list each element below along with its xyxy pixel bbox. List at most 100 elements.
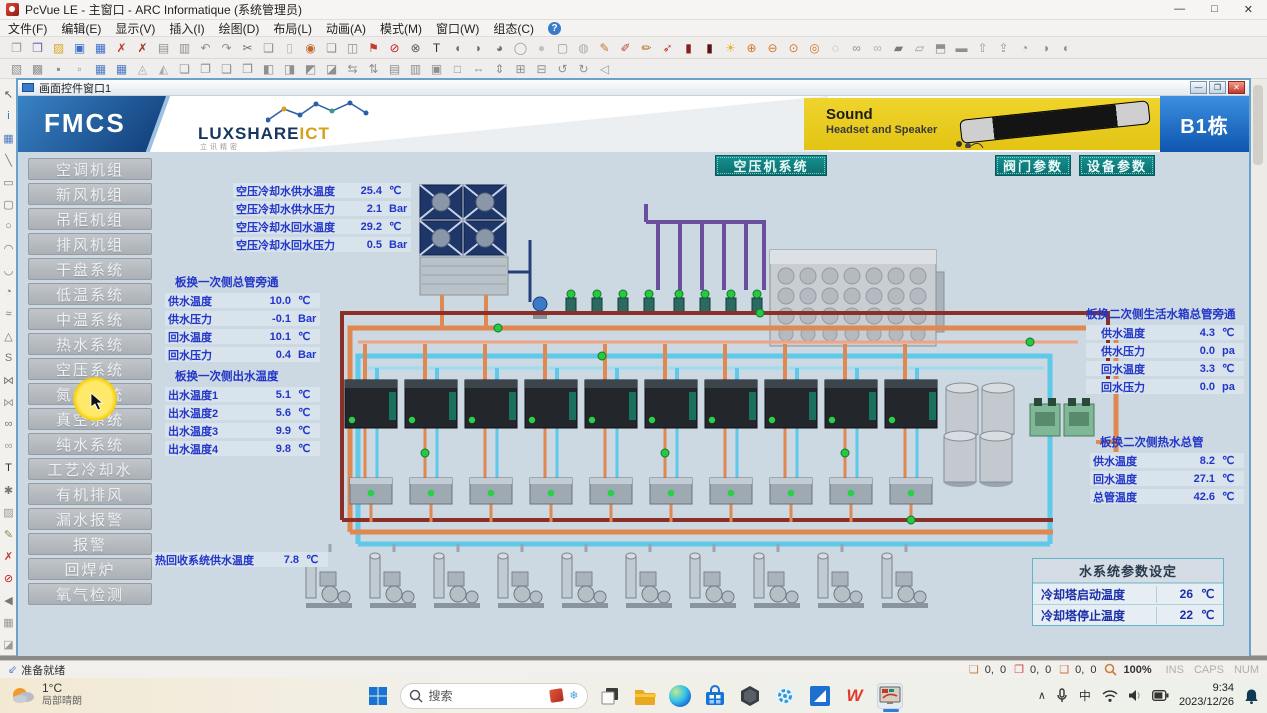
menu-item[interactable]: 文件(F) — [8, 20, 47, 37]
group-icon[interactable]: ▣ — [426, 60, 447, 78]
zoom-in-icon[interactable]: ⊕ — [741, 39, 762, 57]
gear-app-icon[interactable] — [772, 683, 798, 709]
sidebar-system-button[interactable]: 报警 — [28, 533, 152, 555]
align-left-icon[interactable]: ◧ — [258, 60, 279, 78]
polygon-tool-icon[interactable]: △ — [1, 325, 17, 347]
microphone-icon[interactable] — [1056, 688, 1068, 703]
child-maximize-button[interactable]: ❐ — [1209, 81, 1226, 94]
workspace-scrollbar[interactable] — [1249, 79, 1267, 655]
script-tool-icon[interactable]: ✎ — [1, 523, 17, 545]
maximize-button[interactable]: □ — [1211, 3, 1218, 16]
align-top-icon[interactable]: ◩ — [300, 60, 321, 78]
sidebar-system-button[interactable]: 吊柜机组 — [28, 208, 152, 230]
child-minimize-button[interactable]: — — [1190, 81, 1207, 94]
info-tool-icon[interactable]: i — [1, 105, 17, 127]
rect-tool-icon[interactable]: ▭ — [1, 171, 17, 193]
brush-icon[interactable]: ✏ — [636, 39, 657, 57]
menu-item[interactable]: 布局(L) — [273, 20, 312, 37]
flag-icon[interactable]: ⚑ — [363, 39, 384, 57]
select-lasso-icon[interactable]: ▩ — [27, 60, 48, 78]
screen-light-icon[interactable]: ▱ — [909, 39, 930, 57]
weather-widget[interactable]: 1°C 局部晴朗 — [10, 682, 82, 707]
bulb-icon[interactable]: ☀ — [720, 39, 741, 57]
pcvue-taskbar-icon[interactable] — [877, 683, 903, 709]
keypad-tool-icon[interactable]: ▦ — [1, 611, 17, 633]
send-run-icon[interactable]: ➶ — [657, 39, 678, 57]
sidebar-system-button[interactable]: 空调机组 — [28, 158, 152, 180]
config-mode-icon[interactable]: ◑ — [1035, 39, 1056, 57]
browser-window-icon[interactable]: ◫ — [342, 39, 363, 57]
order-front-icon[interactable]: ▤ — [384, 60, 405, 78]
menu-item[interactable]: 显示(V) — [115, 20, 155, 37]
text-tool-icon[interactable]: T — [426, 39, 447, 57]
menu-item[interactable]: 动画(A) — [326, 20, 366, 37]
palette-icon[interactable]: ◉ — [300, 39, 321, 57]
paste-icon[interactable]: ▯ — [279, 39, 300, 57]
search-input[interactable]: 搜索 ❄ — [400, 683, 588, 709]
arc-tool-icon[interactable]: ◠ — [1, 237, 17, 259]
roundrect-tool-icon[interactable]: ▢ — [1, 193, 17, 215]
pie-tool-icon[interactable]: ◔ — [1, 281, 17, 303]
order-back-icon[interactable]: ▥ — [405, 60, 426, 78]
polyline-tool-icon[interactable]: ≈ — [1, 303, 17, 325]
chord-tool-icon[interactable]: ◡ — [1, 259, 17, 281]
edge-browser-icon[interactable] — [667, 683, 693, 709]
ungroup-icon[interactable]: □ — [447, 60, 468, 78]
print-preview-icon[interactable]: ▤ — [153, 39, 174, 57]
sphere-icon[interactable]: ◯ — [510, 39, 531, 57]
image-window-icon[interactable]: ❏ — [321, 39, 342, 57]
minimize-button[interactable]: — — [1174, 3, 1185, 16]
undo-icon[interactable]: ↶ — [195, 39, 216, 57]
dark-hex-app-icon[interactable] — [737, 683, 763, 709]
menu-item[interactable]: 插入(I) — [169, 20, 204, 37]
setting-row[interactable]: 冷却塔启动温度26℃ — [1033, 583, 1223, 604]
center-page-icon[interactable]: ⊟ — [531, 60, 552, 78]
zoom-window-icon[interactable]: ⊙ — [783, 39, 804, 57]
bowtie-tool-icon[interactable]: ⋈ — [1, 369, 17, 391]
redo-icon[interactable]: ↷ — [216, 39, 237, 57]
flip-vertical-icon[interactable]: ◭ — [153, 60, 174, 78]
delete-page-icon[interactable]: ✗ — [132, 39, 153, 57]
distribute-h-icon[interactable]: ⇆ — [342, 60, 363, 78]
valve-params-button[interactable]: 阀门参数 — [995, 155, 1071, 176]
sidebar-system-button[interactable]: 排风机组 — [28, 233, 152, 255]
callout-icon[interactable]: ◖ — [447, 39, 468, 57]
print-icon[interactable]: ▥ — [174, 39, 195, 57]
pointer-tool-icon[interactable]: ↖ — [1, 83, 17, 105]
import-icon[interactable]: ⇧ — [972, 39, 993, 57]
menu-item[interactable]: 绘图(D) — [219, 20, 260, 37]
task-view-button[interactable] — [597, 683, 623, 709]
start-button[interactable] — [365, 683, 391, 709]
setting-row[interactable]: 冷却塔停止温度22℃ — [1033, 604, 1223, 625]
file-explorer-icon[interactable] — [632, 683, 658, 709]
sidebar-system-button[interactable]: 中温系统 — [28, 308, 152, 330]
run-mode-icon[interactable]: ◔ — [1014, 39, 1035, 57]
device-params-button[interactable]: 设备参数 — [1079, 155, 1155, 176]
screen-dark-icon[interactable]: ▰ — [888, 39, 909, 57]
menu-item[interactable]: 窗口(W) — [436, 20, 479, 37]
loop-tool-icon[interactable]: ∞ — [1, 413, 17, 435]
grid-show-icon[interactable]: ▦ — [90, 60, 111, 78]
align-right-icon[interactable]: ◨ — [279, 60, 300, 78]
sidebar-system-button[interactable]: 回焊炉 — [28, 558, 152, 580]
close-button[interactable]: ✕ — [1244, 3, 1253, 16]
callout-filled-icon[interactable]: ◗ — [468, 39, 489, 57]
paste-style-icon[interactable]: ❐ — [195, 60, 216, 78]
system-title-button[interactable]: 空压机系统 — [715, 155, 827, 176]
monitor-mode-icon[interactable]: ◐ — [1056, 39, 1077, 57]
open-icon[interactable]: ▨ — [48, 39, 69, 57]
battery-icon[interactable] — [1152, 690, 1169, 701]
ellipse-tool-icon[interactable]: ○ — [1, 215, 17, 237]
wps-office-icon[interactable]: W — [842, 683, 868, 709]
child-close-button[interactable]: ✕ — [1228, 81, 1245, 94]
rotate-right-icon[interactable]: ↻ — [573, 60, 594, 78]
no-link-icon[interactable]: ⊗ — [405, 39, 426, 57]
flip-horizontal-icon[interactable]: ◬ — [132, 60, 153, 78]
pencil-select-icon[interactable]: ✐ — [615, 39, 636, 57]
horn-tool-icon[interactable]: ◀ — [1, 589, 17, 611]
menu-item[interactable]: 模式(M) — [380, 20, 422, 37]
frame-tool-icon[interactable]: ◪ — [1, 633, 17, 655]
blue-corner-app-icon[interactable] — [807, 683, 833, 709]
speaker-icon[interactable] — [1128, 689, 1142, 702]
new-file-icon[interactable]: ❐ — [6, 39, 27, 57]
